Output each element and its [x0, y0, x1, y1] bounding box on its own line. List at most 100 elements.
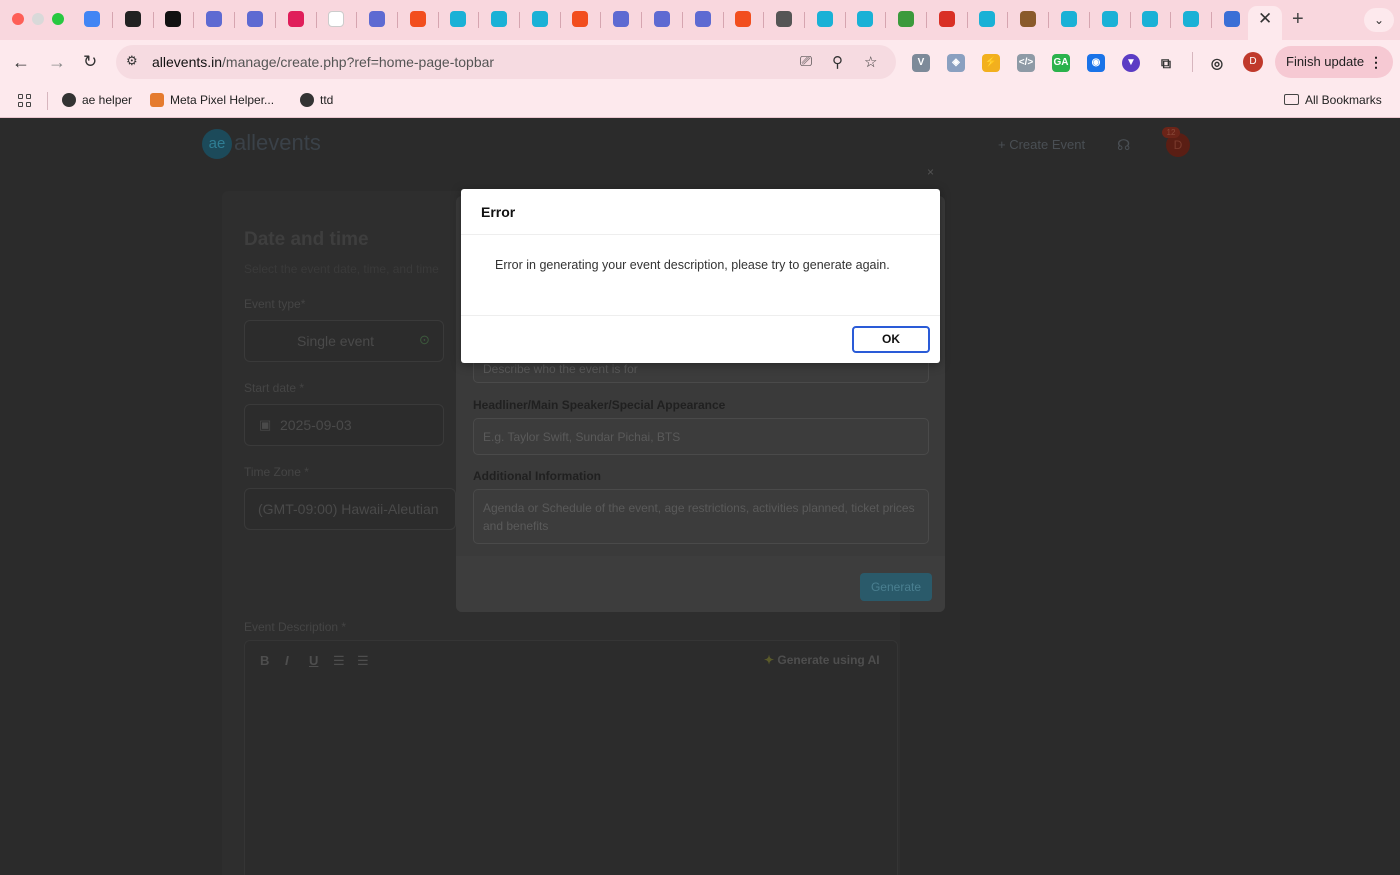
tab-separator [885, 12, 886, 28]
new-tab-icon[interactable]: + [1292, 7, 1304, 31]
allevents-icon[interactable] [532, 11, 548, 27]
all-bookmarks-button[interactable]: All Bookmarks [1284, 93, 1382, 107]
extension-badge-icon[interactable]: ◉ [1087, 54, 1105, 72]
allevents-icon[interactable] [450, 11, 466, 27]
allevents-icon[interactable] [1142, 11, 1158, 27]
reload-icon[interactable]: ↻ [83, 50, 97, 74]
time-zone-value: (GMT-09:00) Hawaii-Aleutian [258, 501, 439, 517]
minimize-window-button[interactable] [32, 13, 44, 25]
additional-info-field[interactable]: Agenda or Schedule of the event, age res… [473, 489, 929, 544]
back-icon[interactable]: ← [12, 50, 30, 74]
tab-separator [845, 12, 846, 28]
finish-update-button[interactable]: Finish update ⋮ [1275, 46, 1393, 78]
tab-separator [723, 12, 724, 28]
allevents-icon[interactable] [1102, 11, 1118, 27]
allevents-icon[interactable] [1183, 11, 1199, 27]
tab-separator [193, 12, 194, 28]
site-info-icon[interactable]: ⚙ [126, 53, 138, 69]
single-event-option[interactable]: Single event ⊙ [244, 320, 444, 362]
chatgpt-icon[interactable] [125, 11, 141, 27]
tab-separator [397, 12, 398, 28]
profile-avatar[interactable]: D [1243, 52, 1263, 72]
tab-search-chevron-icon[interactable]: ⌄ [1364, 8, 1394, 32]
address-bar[interactable]: ⚙ allevents.in/manage/create.php?ref=hom… [116, 45, 896, 79]
bookmark-ttd[interactable]: ttd [300, 93, 333, 107]
globe-icon[interactable] [776, 11, 792, 27]
extension-bolt-icon[interactable]: ⚡ [982, 54, 1000, 72]
linear-icon[interactable] [206, 11, 222, 27]
b64-icon[interactable] [898, 11, 914, 27]
x-app-icon[interactable] [165, 11, 181, 27]
allevents-icon[interactable] [857, 11, 873, 27]
apps-grid-icon[interactable] [18, 94, 32, 108]
notification-badge: 12 [1162, 127, 1180, 138]
maximize-window-button[interactable] [52, 13, 64, 25]
install-app-icon[interactable]: ⎚ [800, 53, 812, 70]
figma-icon[interactable] [572, 11, 588, 27]
bold-button[interactable]: B [260, 653, 269, 668]
figma-icon[interactable] [735, 11, 751, 27]
event-type-label: Event type* [244, 297, 306, 311]
extension-ga-icon[interactable]: GA [1052, 54, 1070, 72]
tab-separator [478, 12, 479, 28]
tab-separator [1170, 12, 1171, 28]
calendar-icon: ▣ [259, 417, 272, 432]
headliner-label: Headliner/Main Speaker/Special Appearanc… [473, 398, 726, 412]
event-description-label: Event Description * [244, 620, 347, 634]
zoom-icon[interactable]: ⚲ [832, 53, 843, 71]
error-dialog: Error Error in generating your event des… [461, 189, 940, 363]
gmail-icon[interactable] [939, 11, 955, 27]
extensions-puzzle-icon[interactable]: ⧉ [1157, 54, 1175, 72]
support-headset-icon[interactable]: ☊ [1117, 136, 1130, 154]
linear-icon[interactable] [369, 11, 385, 27]
finish-update-label: Finish update [1286, 54, 1365, 69]
ae-icon[interactable] [328, 11, 344, 27]
allevents-icon[interactable] [491, 11, 507, 27]
underline-button[interactable]: U [309, 653, 318, 668]
avatar-icon[interactable] [1020, 11, 1036, 27]
start-date-field[interactable]: ▣ 2025-09-03 [244, 404, 444, 446]
time-zone-select[interactable]: (GMT-09:00) Hawaii-Aleutian [244, 488, 456, 530]
linear-icon[interactable] [613, 11, 629, 27]
event-description-editor[interactable] [244, 640, 898, 875]
ordered-list-icon[interactable]: ☰ [333, 653, 345, 669]
bullet-list-icon[interactable]: ☰ [357, 653, 369, 669]
more-menu-icon[interactable]: ⋮ [1369, 46, 1383, 78]
linear-icon[interactable] [247, 11, 263, 27]
modal-close-icon[interactable]: × [927, 165, 934, 179]
bookmark-meta-pixel[interactable]: Meta Pixel Helper... [150, 93, 274, 107]
tab-close-icon[interactable]: ✕ [1258, 9, 1272, 29]
italic-button[interactable]: I [285, 653, 289, 668]
extension-vpn-icon[interactable]: ▼ [1122, 54, 1140, 72]
bookmark-label: ae helper [82, 93, 133, 107]
linear-icon[interactable] [695, 11, 711, 27]
extension-code-icon[interactable]: </> [1017, 54, 1035, 72]
slack-icon[interactable] [288, 11, 304, 27]
generate-button[interactable]: Generate [860, 573, 932, 601]
create-event-link[interactable]: + Create Event [998, 137, 1085, 152]
allevents-icon[interactable] [817, 11, 833, 27]
building-icon[interactable] [1224, 11, 1240, 27]
ok-button[interactable]: OK [852, 326, 930, 353]
extension-shield-icon[interactable]: ◈ [947, 54, 965, 72]
forward-icon[interactable]: → [48, 50, 66, 74]
allevents-icon[interactable] [979, 11, 995, 27]
tab-separator [1007, 12, 1008, 28]
bookmark-star-icon[interactable]: ☆ [864, 53, 877, 71]
url-text[interactable]: allevents.in/manage/create.php?ref=home-… [152, 54, 494, 70]
url-path: /manage/create.php?ref=home-page-topbar [222, 54, 495, 70]
allevents-icon[interactable] [1061, 11, 1077, 27]
bookmark-ae-helper[interactable]: ae helper [62, 93, 132, 107]
figma-icon[interactable] [410, 11, 426, 27]
google-ads-icon[interactable] [84, 11, 100, 27]
performance-icon[interactable]: ◎ [1208, 54, 1226, 72]
headliner-field[interactable]: E.g. Taylor Swift, Sundar Pichai, BTS [473, 418, 929, 455]
url-host: allevents.in [152, 54, 223, 70]
logo-text: allevents [234, 129, 321, 155]
generate-ai-button[interactable]: ✦ Generate using AI [764, 653, 880, 667]
extension-v-icon[interactable]: V [912, 54, 930, 72]
linear-icon[interactable] [654, 11, 670, 27]
allevents-logo[interactable]: ae allevents [202, 129, 321, 161]
close-window-button[interactable] [12, 13, 24, 25]
globe-icon [300, 93, 314, 107]
